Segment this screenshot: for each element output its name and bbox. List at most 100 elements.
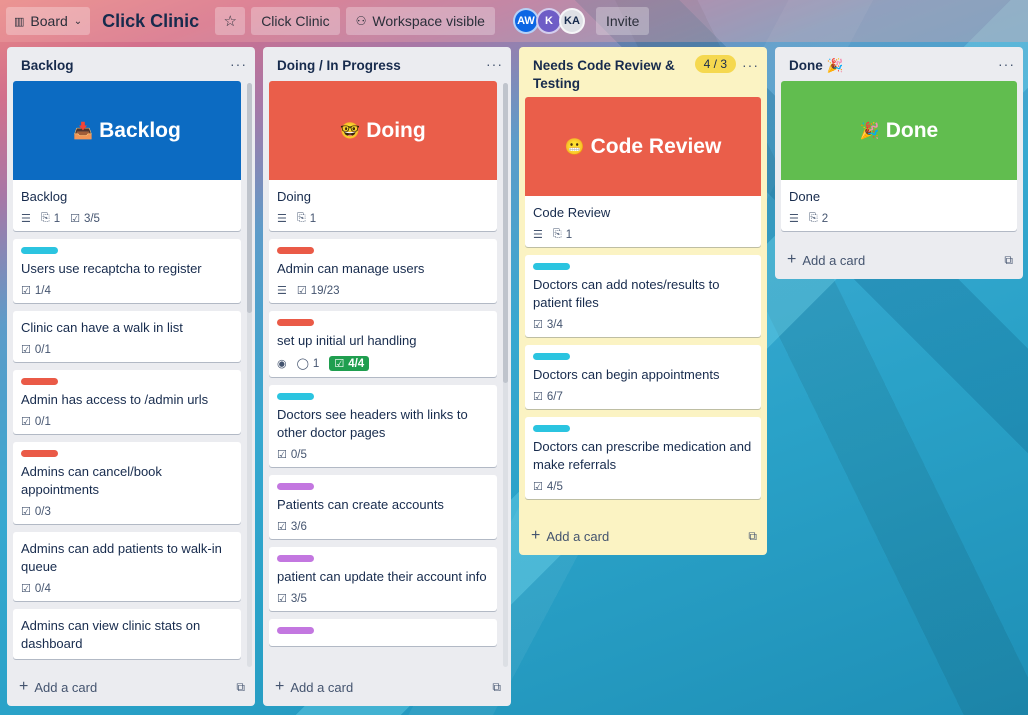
card-template-icon[interactable]: ⧉	[748, 529, 757, 544]
card-title: Doctors can add notes/results to patient…	[533, 277, 720, 310]
visibility-button[interactable]: ⚇ Workspace visible	[345, 7, 495, 35]
checklist-badge: ☑ 3/4	[533, 318, 563, 332]
plus-icon: +	[787, 251, 797, 268]
add-card-button[interactable]: + Add a card	[531, 528, 609, 544]
description-icon: ☰	[789, 213, 799, 225]
checkbox-icon: ☑	[21, 583, 31, 595]
checkbox-icon: ☑	[277, 449, 287, 461]
card-cover-done[interactable]: 🎉 Done Done ☰ ⎘ 2	[781, 81, 1017, 231]
card-template-icon[interactable]: ⧉	[492, 680, 501, 695]
list-scrollbar[interactable]	[503, 83, 508, 667]
cover-text: Backlog	[99, 118, 181, 142]
card-title: Admins can cancel/book appointments	[21, 464, 162, 497]
card-label	[277, 627, 314, 634]
checkbox-icon: ☑	[533, 481, 543, 493]
checklist-badge: ☑ 19/23	[296, 284, 340, 298]
card-template-icon[interactable]: ⧉	[1004, 253, 1013, 268]
checklist-badge: ☑ 0/1	[21, 343, 51, 357]
checkbox-icon: ☑	[533, 319, 543, 331]
card-list: 📥 Backlog Backlog ☰ ⎘ 1 ☑ 3/5 Users use re…	[7, 81, 255, 668]
card-cover-code-review[interactable]: 😬 Code Review Code Review ☰ ⎘ 1	[525, 97, 761, 247]
description-icon: ☰	[277, 213, 287, 225]
board-header: ▥ Board ⌄ Click Clinic ☆ Click Clinic ⚇ …	[0, 0, 1028, 42]
card-title: Admin has access to /admin urls	[21, 392, 209, 407]
add-card-button[interactable]: + Add a card	[787, 251, 865, 268]
inbox-emoji-icon: 📥	[73, 122, 94, 140]
list-item[interactable]	[269, 619, 497, 646]
card-cover-backlog[interactable]: 📥 Backlog Backlog ☰ ⎘ 1 ☑ 3/5	[13, 81, 241, 231]
card-title: Doctors see headers with links to other …	[277, 407, 468, 440]
add-card-button[interactable]: + Add a card	[275, 678, 353, 695]
list-title[interactable]: Doing / In Progress	[277, 57, 401, 75]
list-item[interactable]: Users use recaptcha to register ☑ 1/4	[13, 239, 241, 303]
list-footer: + Add a card ⧉	[519, 517, 767, 555]
checklist-badge: ☑ 4/5	[533, 480, 563, 494]
list-item[interactable]: Admins can add patients to walk-in queue…	[13, 532, 241, 601]
more-icon[interactable]: ···	[230, 57, 247, 71]
scrollbar-thumb[interactable]	[247, 83, 252, 313]
list-item[interactable]: Doctors see headers with links to other …	[269, 385, 497, 467]
checkbox-icon: ☑	[296, 285, 307, 297]
board-title[interactable]: Click Clinic	[96, 11, 209, 32]
list-item[interactable]: Admins can view clinic stats on dashboar…	[13, 609, 241, 659]
card-title: Doctors can prescribe medication and mak…	[533, 439, 752, 472]
attachment-badge: ⎘ 1	[40, 212, 61, 225]
checklist-badge: ☑ 0/3	[21, 505, 51, 519]
more-icon[interactable]: ···	[998, 57, 1015, 71]
card-label	[21, 378, 58, 385]
add-card-label: Add a card	[34, 679, 98, 695]
checklist-badge: ☑ 1/4	[21, 284, 51, 298]
list-item[interactable]: set up initial url handling ◉ ◯ 1 ☑ 4/4	[269, 311, 497, 377]
list-item[interactable]: Admins can cancel/book appointments ☑ 0/3	[13, 442, 241, 524]
card-template-icon[interactable]: ⧉	[236, 680, 245, 695]
card-title: Backlog	[21, 189, 68, 204]
description-icon: ☰	[277, 285, 287, 297]
invite-button[interactable]: Invite	[595, 7, 650, 35]
add-card-button[interactable]: + Add a card	[19, 678, 98, 695]
list-title[interactable]: Done 🎉	[789, 57, 843, 75]
list-item[interactable]: Admin has access to /admin urls ☑ 0/1	[13, 370, 241, 434]
workspace-button[interactable]: Click Clinic	[251, 7, 340, 35]
card-title: Patients can create accounts	[277, 497, 444, 512]
list-title[interactable]: Needs Code Review & Testing	[533, 57, 683, 93]
people-icon: ⚇	[355, 14, 367, 28]
star-icon: ☆	[223, 13, 237, 30]
list-code-review: Needs Code Review & Testing 4 / 3 ··· 😬 …	[519, 47, 767, 555]
more-icon[interactable]: ···	[486, 57, 503, 71]
card-cover-doing[interactable]: 🤓 Doing Doing ☰ ⎘ 1	[269, 81, 497, 231]
checkbox-icon: ☑	[21, 416, 31, 428]
card-label	[277, 483, 314, 490]
nerd-emoji-icon: 🤓	[340, 122, 361, 140]
plus-icon: +	[275, 678, 285, 695]
visibility-label: Workspace visible	[372, 13, 485, 29]
list-item[interactable]: Doctors can add notes/results to patient…	[525, 255, 761, 337]
list-item[interactable]: Doctors can begin appointments ☑ 6/7	[525, 345, 761, 409]
list-item[interactable]: Patients can create accounts ☑ 3/6	[269, 475, 497, 539]
party-emoji-icon: 🎉	[859, 122, 880, 140]
list-header: Doing / In Progress ···	[263, 47, 511, 81]
card-title: Doing	[277, 189, 311, 204]
card-title: Admins can add patients to walk-in queue	[21, 541, 222, 574]
card-label	[277, 555, 314, 562]
board-view-switcher[interactable]: ▥ Board ⌄	[6, 7, 91, 35]
plus-icon: +	[19, 678, 29, 695]
list-item[interactable]: Admin can manage users ☰ ☑ 19/23	[269, 239, 497, 303]
list-title[interactable]: Backlog	[21, 57, 74, 75]
list-item[interactable]: Clinic can have a walk in list ☑ 0/1	[13, 311, 241, 362]
list-item[interactable]: patient can update their account info ☑ 3…	[269, 547, 497, 611]
checklist-badge: ☑ 0/4	[21, 582, 51, 596]
comment-icon: ◯	[296, 358, 309, 370]
card-cover-image: 😬 Code Review	[525, 97, 761, 196]
list-scrollbar[interactable]	[247, 83, 252, 667]
scrollbar-thumb[interactable]	[503, 83, 508, 383]
card-title: Clinic can have a walk in list	[21, 320, 183, 335]
more-icon[interactable]: ···	[742, 58, 759, 72]
list-header: Backlog ···	[7, 47, 255, 81]
list-item[interactable]: Doctors can prescribe medication and mak…	[525, 417, 761, 499]
star-button[interactable]: ☆	[215, 7, 246, 35]
card-label	[21, 247, 58, 254]
card-cover-image: 🎉 Done	[781, 81, 1017, 180]
checklist-badge: ☑ 3/5	[277, 592, 307, 606]
card-cover-image: 🤓 Doing	[269, 81, 497, 180]
avatar[interactable]: KA	[558, 8, 585, 34]
